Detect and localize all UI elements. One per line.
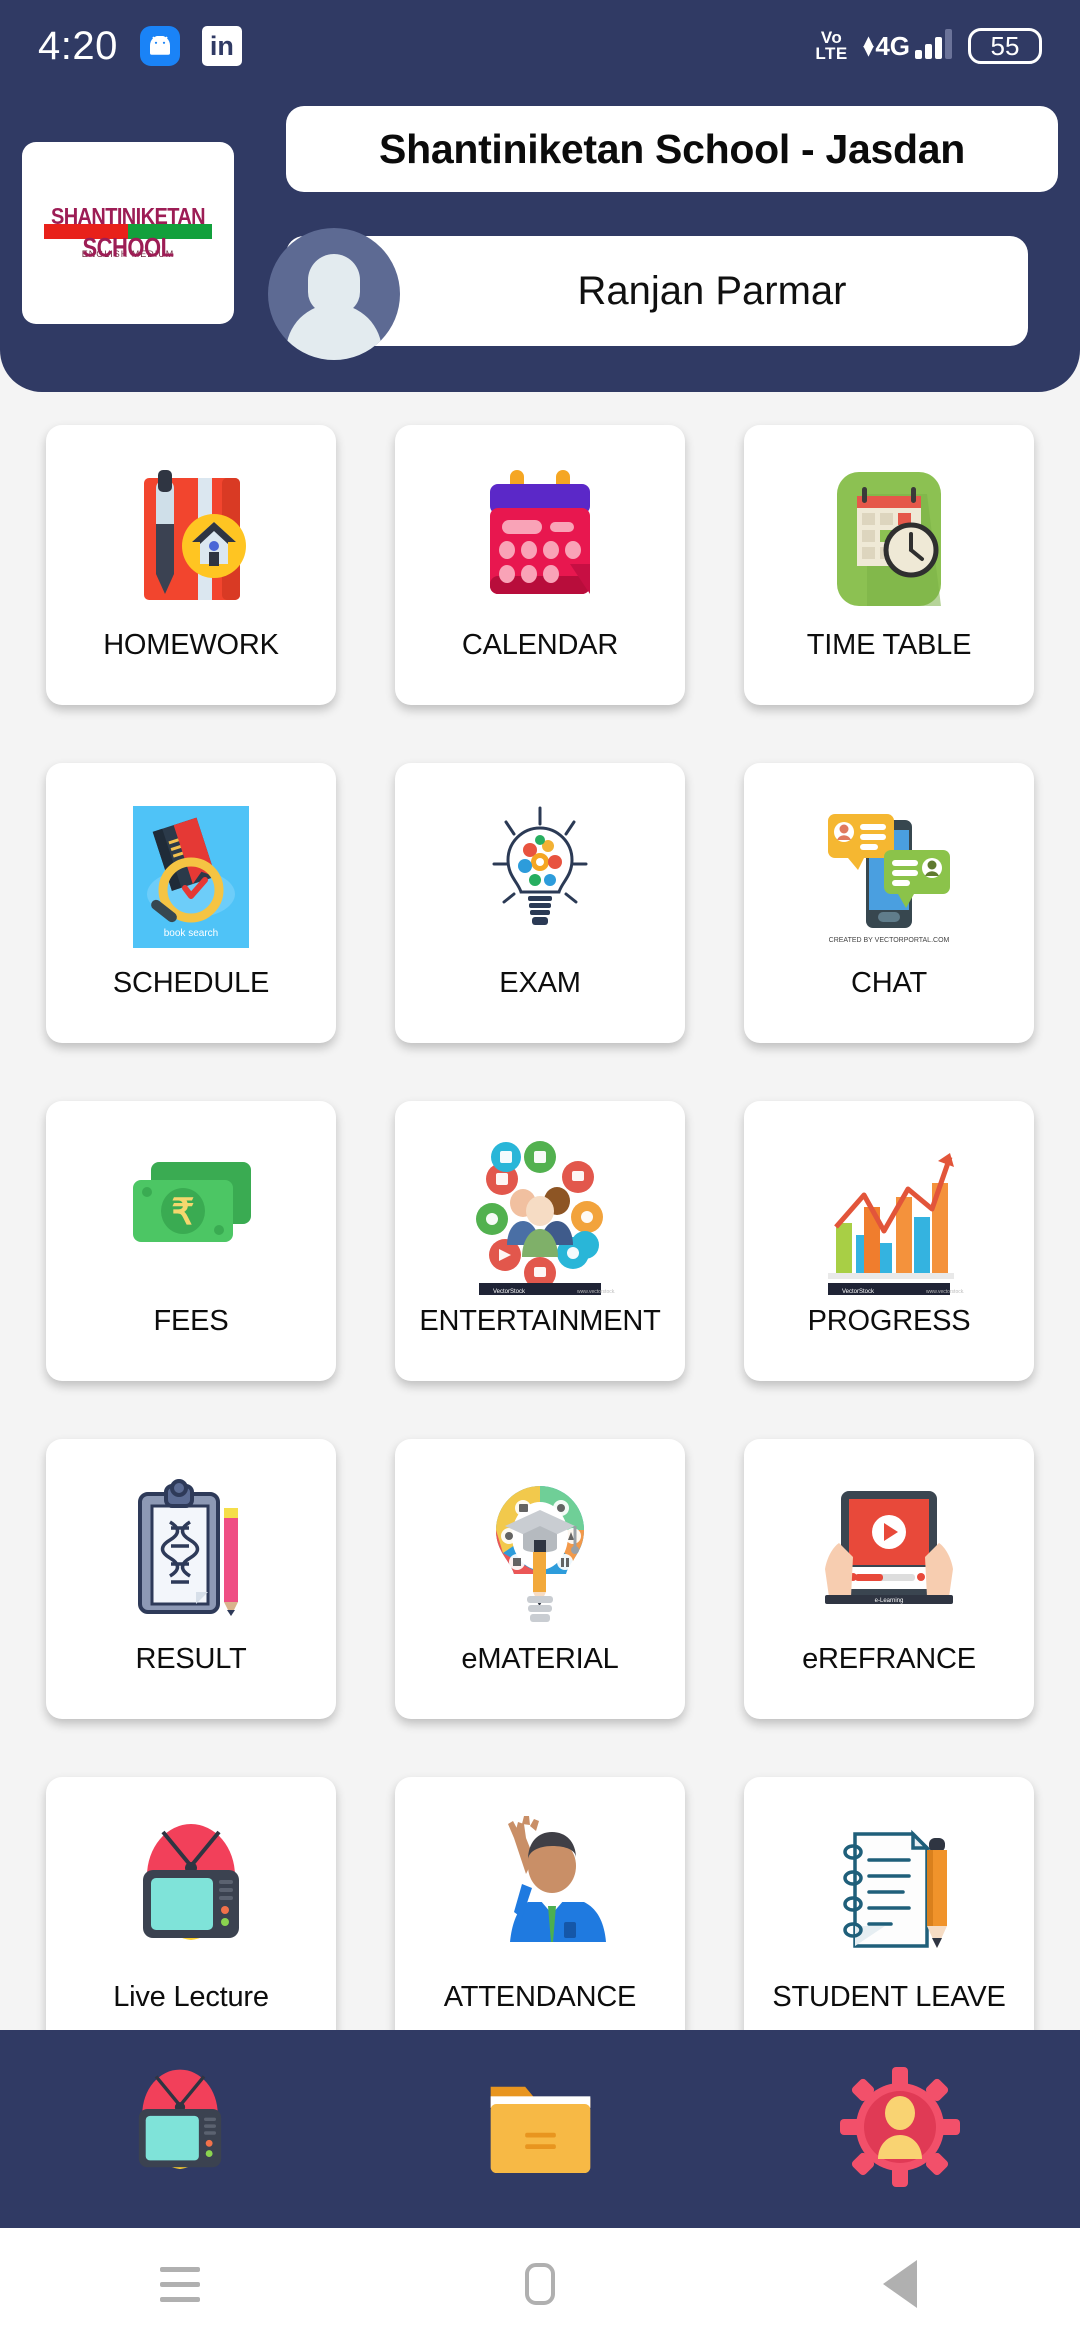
nav-live-lecture[interactable]	[90, 2054, 270, 2204]
linkedin-icon: in	[201, 26, 242, 66]
tile-label: ATTENDANCE	[443, 1981, 637, 2013]
school-title: Shantiniketan School - Jasdan	[379, 125, 965, 172]
tile-ereference[interactable]: e-Learning eREFRANCE	[744, 1439, 1034, 1719]
tile-entertainment[interactable]: VectorStock www.vectorstock.com ENTERTAI…	[395, 1101, 685, 1381]
retro-tv-icon	[46, 1799, 336, 1983]
logo-line-2: SCHOOL	[82, 232, 174, 263]
clipboard-pencil-icon	[46, 1461, 336, 1645]
home-button[interactable]	[460, 2228, 620, 2340]
social-people-circle-icon: VectorStock www.vectorstock.com	[395, 1123, 685, 1307]
menu-grid: HOMEWORK CALENDAR TIME TABLE book search…	[0, 392, 1080, 2030]
back-icon	[883, 2260, 917, 2308]
status-bar: 4:20 in Vo LTE ▴ ▾ 4G 55	[0, 0, 1080, 92]
tile-fees[interactable]: ₹ FEES	[46, 1101, 336, 1381]
bottom-navigation	[0, 2030, 1080, 2228]
tile-label: RESULT	[135, 1643, 247, 1675]
tile-label: eREFRANCE	[802, 1643, 976, 1675]
tile-label: FEES	[153, 1305, 229, 1337]
tile-label: SCHEDULE	[112, 967, 270, 999]
signal-bars-icon	[915, 29, 952, 59]
gear-user-settings-icon	[840, 2066, 960, 2192]
timetable-calendar-clock-icon	[744, 447, 1034, 631]
book-search-magnifier-icon: book search	[46, 785, 336, 969]
status-time: 4:20	[38, 23, 118, 68]
tile-label: CALENDAR	[461, 629, 619, 661]
tile-label: STUDENT LEAVE	[772, 1981, 1006, 2013]
data-arrows-icon: ▴ ▾	[863, 30, 874, 61]
lightbulb-gears-icon	[395, 785, 685, 969]
nav-settings[interactable]	[810, 2054, 990, 2204]
svg-text:CREATED BY VECTORPORTAL.COM: CREATED BY VECTORPORTAL.COM	[829, 937, 950, 944]
logo-line-1: SHANTINIKETAN	[50, 204, 206, 230]
school-title-pill[interactable]: Shantiniketan School - Jasdan	[286, 106, 1058, 192]
phone-chat-bubbles-icon: CREATED BY VECTORPORTAL.COM	[744, 785, 1034, 969]
tile-live-lecture[interactable]: Live Lecture	[46, 1777, 336, 2030]
tile-label: ENTERTAINMENT	[419, 1305, 661, 1337]
tile-label: TIME TABLE	[806, 629, 972, 661]
svg-text:₹: ₹	[172, 1191, 195, 1232]
tile-exam[interactable]: EXAM	[395, 763, 685, 1043]
retro-tv-icon	[120, 2062, 240, 2197]
battery-indicator: 55	[968, 27, 1042, 65]
tile-schedule[interactable]: book search SCHEDULE	[46, 763, 336, 1043]
nav-folder[interactable]	[450, 2054, 630, 2204]
svg-text:VectorStock: VectorStock	[493, 1289, 526, 1295]
svg-text:www.vectorstock.com: www.vectorstock.com	[926, 1289, 964, 1295]
app-screen: SHANTINIKETAN SCHOOL ENGLISH MEDIUM Shan…	[0, 0, 1080, 2340]
tile-ematerial[interactable]: eMATERIAL	[395, 1439, 685, 1719]
tile-time-table[interactable]: TIME TABLE	[744, 425, 1034, 705]
tile-label: CHAT	[851, 967, 927, 999]
recents-button[interactable]	[100, 2228, 260, 2340]
raised-hand-student-icon	[395, 1799, 685, 1983]
tile-label: HOMEWORK	[103, 629, 279, 661]
school-logo: SHANTINIKETAN SCHOOL ENGLISH MEDIUM	[22, 142, 234, 324]
tile-chat[interactable]: CREATED BY VECTORPORTAL.COM CHAT	[744, 763, 1034, 1043]
volte-indicator: Vo LTE	[815, 27, 848, 63]
svg-text:book search: book search	[164, 928, 218, 939]
tile-calendar[interactable]: CALENDAR	[395, 425, 685, 705]
android-robot-icon	[139, 26, 180, 66]
tile-student-leave[interactable]: STUDENT LEAVE	[744, 1777, 1034, 2030]
svg-text:VectorStock: VectorStock	[842, 1289, 875, 1295]
avatar[interactable]	[268, 228, 400, 360]
tile-result[interactable]: RESULT	[46, 1439, 336, 1719]
tile-label: eMATERIAL	[461, 1643, 619, 1675]
tile-homework[interactable]: HOMEWORK	[46, 425, 336, 705]
notepad-pen-icon	[744, 1799, 1034, 1983]
svg-text:e-Learning: e-Learning	[875, 1598, 904, 1604]
recents-icon	[160, 2266, 200, 2302]
tile-label: Live Lecture	[113, 1981, 269, 2013]
tile-attendance[interactable]: ATTENDANCE	[395, 1777, 685, 2030]
network-type: 4G	[875, 31, 910, 61]
network-indicator: ▴ ▾ 4G	[863, 29, 952, 61]
tile-label: PROGRESS	[807, 1305, 971, 1337]
tile-label: EXAM	[499, 967, 581, 999]
back-button[interactable]	[820, 2228, 980, 2340]
folder-icon	[483, 2072, 598, 2187]
graduation-lightbulb-icon	[395, 1461, 685, 1645]
bar-chart-arrow-icon: VectorStock www.vectorstock.com	[744, 1123, 1034, 1307]
homework-book-pen-icon	[46, 447, 336, 631]
tile-progress[interactable]: VectorStock www.vectorstock.com PROGRESS	[744, 1101, 1034, 1381]
user-name: Ranjan Parmar	[577, 268, 847, 313]
rupee-banknote-icon: ₹	[46, 1123, 336, 1307]
tablet-video-play-icon: e-Learning	[744, 1461, 1034, 1645]
svg-text:www.vectorstock.com: www.vectorstock.com	[577, 1289, 615, 1295]
calendar-icon	[395, 447, 685, 631]
avatar-body	[286, 304, 382, 360]
home-icon	[525, 2263, 555, 2305]
android-navigation-bar	[0, 2228, 1080, 2340]
